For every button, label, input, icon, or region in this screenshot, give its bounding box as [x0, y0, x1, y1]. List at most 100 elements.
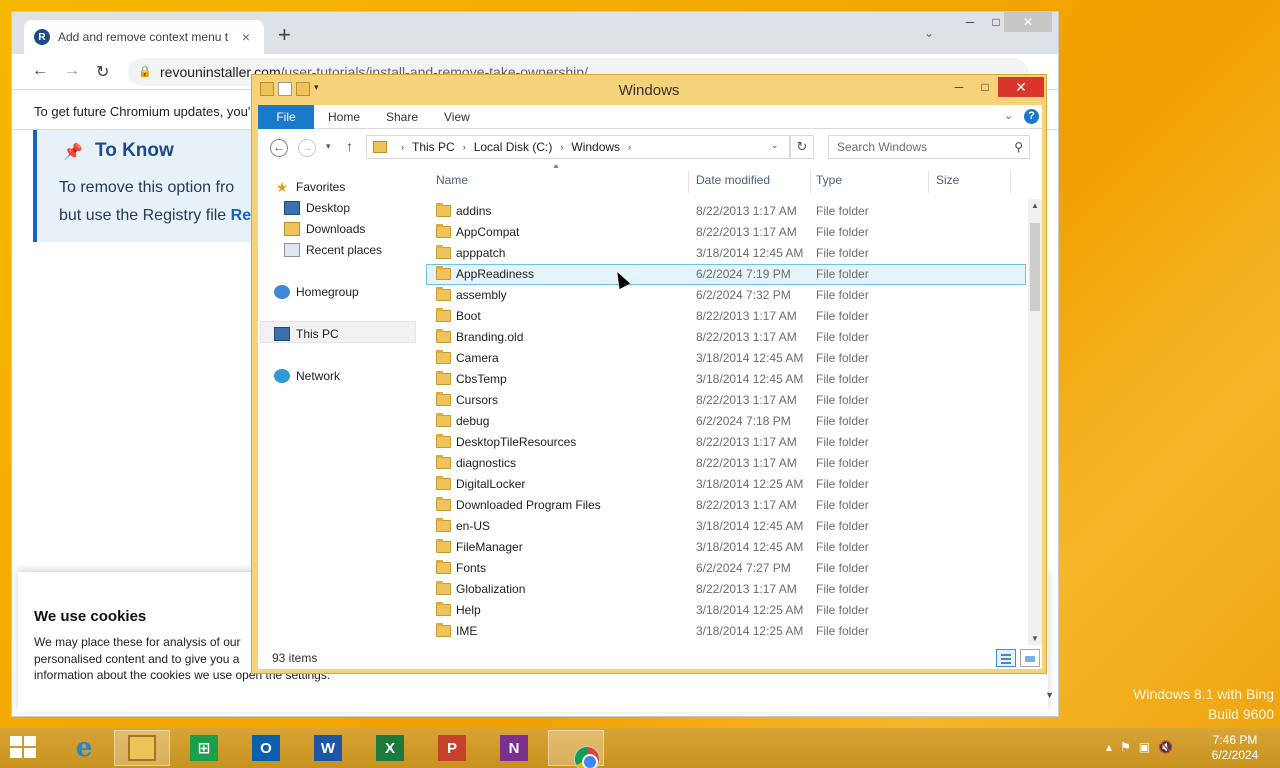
start-button[interactable]: [10, 736, 38, 760]
tab-title: Add and remove context menu t: [58, 30, 229, 44]
file-row[interactable]: assembly 6/2/2024 7:32 PM File folder: [426, 285, 1026, 306]
file-row[interactable]: Downloaded Program Files 8/22/2013 1:17 A…: [426, 495, 1026, 516]
column-divider[interactable]: [928, 171, 929, 193]
file-row[interactable]: AppReadiness 6/2/2024 7:19 PM File folder: [426, 264, 1026, 285]
column-size[interactable]: Size: [936, 165, 959, 195]
nav-item-favorites[interactable]: ★ Favorites: [274, 177, 346, 197]
file-row[interactable]: DigitalLocker 3/18/2014 12:25 AM File fold…: [426, 474, 1026, 495]
taskbar-chrome-button[interactable]: [548, 730, 604, 768]
file-row[interactable]: CbsTemp 3/18/2014 12:45 AM File folder: [426, 369, 1026, 390]
recent-locations-chevron-icon[interactable]: ▾: [326, 141, 331, 152]
browser-minimize-button[interactable]: ─: [956, 12, 984, 32]
breadcrumb-local-disk[interactable]: Local Disk (C:): [474, 140, 553, 154]
breadcrumb-separator-icon[interactable]: ›: [401, 142, 404, 152]
file-type: File folder: [816, 372, 869, 386]
file-date: 6/2/2024 7:18 PM: [696, 414, 791, 428]
explorer-minimize-button[interactable]: ─: [946, 77, 972, 97]
file-row[interactable]: Fonts 6/2/2024 7:27 PM File folder: [426, 558, 1026, 579]
up-arrow-icon[interactable]: ↑: [346, 138, 353, 154]
taskbar-file-explorer-button[interactable]: [114, 730, 170, 766]
scrollbar-thumb[interactable]: [1030, 223, 1040, 311]
taskbar-clock[interactable]: 7:46 PM 6/2/2024: [1200, 733, 1270, 763]
taskbar-excel-button[interactable]: X: [362, 730, 418, 766]
file-row[interactable]: Help 3/18/2014 12:25 AM File folder: [426, 600, 1026, 621]
breadcrumb-separator-icon[interactable]: ›: [560, 142, 563, 152]
forward-button[interactable]: →: [298, 139, 316, 157]
nav-item-desktop[interactable]: Desktop: [284, 198, 350, 218]
file-row[interactable]: Boot 8/22/2013 1:17 AM File folder: [426, 306, 1026, 327]
column-name[interactable]: Name: [436, 165, 468, 195]
tab-file[interactable]: File: [258, 105, 314, 129]
taskbar-powerpoint-button[interactable]: P: [424, 730, 480, 766]
forward-arrow-icon[interactable]: →: [64, 62, 80, 80]
nav-item-this-pc[interactable]: This PC: [274, 324, 339, 344]
explorer-close-button[interactable]: ✕: [998, 77, 1044, 97]
back-button[interactable]: ←: [270, 139, 288, 157]
file-row[interactable]: Cursors 8/22/2013 1:17 AM File folder: [426, 390, 1026, 411]
taskbar-store-button[interactable]: ⊞: [176, 730, 232, 766]
outlook-icon: O: [252, 735, 280, 761]
column-divider[interactable]: [810, 171, 811, 193]
browser-tab[interactable]: R Add and remove context menu t ×: [24, 20, 264, 54]
file-row[interactable]: DesktopTileResources 8/22/2013 1:17 AM Fil…: [426, 432, 1026, 453]
scroll-up-arrow-icon[interactable]: ▲: [1031, 201, 1039, 210]
file-row[interactable]: FileManager 3/18/2014 12:45 AM File folder: [426, 537, 1026, 558]
tab-view[interactable]: View: [444, 105, 470, 129]
explorer-body: File Home Share View ⌄ ? ← → ▾ ↑ › This …: [258, 105, 1042, 669]
search-input[interactable]: Search Windows ⚲: [828, 135, 1030, 159]
taskbar-internet-explorer-button[interactable]: e: [56, 730, 112, 766]
tab-search-chevron-icon[interactable]: ⌄: [924, 26, 934, 40]
file-row[interactable]: AppCompat 8/22/2013 1:17 AM File folder: [426, 222, 1026, 243]
reload-icon[interactable]: ↻: [96, 62, 109, 82]
tab-close-icon[interactable]: ×: [238, 29, 254, 45]
breadcrumb-this-pc[interactable]: This PC: [412, 140, 455, 154]
nav-item-homegroup[interactable]: Homegroup: [274, 282, 359, 302]
nav-item-network[interactable]: Network: [274, 366, 340, 386]
scroll-down-arrow-icon[interactable]: ▼: [1031, 634, 1039, 643]
action-center-flag-icon[interactable]: ⚑: [1120, 740, 1131, 754]
file-row[interactable]: IME 3/18/2014 12:25 AM File folder: [426, 621, 1026, 642]
page-scroll-down-arrow-icon[interactable]: ▼: [1045, 690, 1054, 700]
tab-home[interactable]: Home: [328, 105, 360, 129]
show-hidden-icons-icon[interactable]: ▴: [1106, 740, 1112, 754]
column-divider[interactable]: [688, 171, 689, 193]
address-breadcrumb[interactable]: › This PC › Local Disk (C:) › Windows › …: [366, 135, 790, 159]
file-list-scrollbar[interactable]: ▲ ▼: [1028, 199, 1042, 645]
file-type: File folder: [816, 204, 869, 218]
help-icon[interactable]: ?: [1024, 109, 1039, 124]
refresh-button[interactable]: ↻: [790, 135, 814, 159]
file-row[interactable]: diagnostics 8/22/2013 1:17 AM File folder: [426, 453, 1026, 474]
nav-item-recent-places[interactable]: Recent places: [284, 240, 382, 260]
column-date-modified[interactable]: Date modified: [696, 165, 770, 195]
nav-item-downloads[interactable]: Downloads: [284, 219, 365, 239]
column-divider[interactable]: [1010, 171, 1011, 193]
details-view-icon[interactable]: [996, 649, 1016, 667]
breadcrumb-separator-icon[interactable]: ›: [628, 142, 631, 152]
file-row[interactable]: addins 8/22/2013 1:17 AM File folder: [426, 201, 1026, 222]
network-tray-icon[interactable]: ▣: [1139, 740, 1150, 754]
taskbar-word-button[interactable]: W: [300, 730, 356, 766]
breadcrumb-separator-icon[interactable]: ›: [463, 142, 466, 152]
file-row[interactable]: Globalization 8/22/2013 1:17 AM File folde…: [426, 579, 1026, 600]
tab-share[interactable]: Share: [386, 105, 418, 129]
back-arrow-icon[interactable]: ←: [32, 62, 48, 80]
folder-icon: [436, 224, 451, 238]
volume-muted-icon[interactable]: 🔇: [1158, 740, 1173, 754]
taskbar-outlook-button[interactable]: O: [238, 730, 294, 766]
address-history-chevron-icon[interactable]: ⌄: [771, 140, 779, 151]
expand-ribbon-chevron-icon[interactable]: ⌄: [1004, 109, 1013, 122]
browser-close-button[interactable]: ✕: [1004, 12, 1052, 32]
file-row[interactable]: Branding.old 8/22/2013 1:17 AM File folder: [426, 327, 1026, 348]
taskbar-onenote-button[interactable]: N: [486, 730, 542, 766]
file-row[interactable]: Camera 3/18/2014 12:45 AM File folder: [426, 348, 1026, 369]
file-row[interactable]: debug 6/2/2024 7:18 PM File folder: [426, 411, 1026, 432]
file-row[interactable]: en-US 3/18/2014 12:45 AM File folder: [426, 516, 1026, 537]
breadcrumb-windows[interactable]: Windows: [571, 140, 620, 154]
network-icon: [274, 369, 290, 383]
large-icons-view-icon[interactable]: [1020, 649, 1040, 667]
registry-file-link[interactable]: Re: [231, 207, 251, 224]
explorer-maximize-button[interactable]: □: [972, 77, 998, 97]
new-tab-button[interactable]: +: [278, 24, 291, 46]
column-type[interactable]: Type: [816, 165, 842, 195]
file-row[interactable]: apppatch 3/18/2014 12:45 AM File folder: [426, 243, 1026, 264]
